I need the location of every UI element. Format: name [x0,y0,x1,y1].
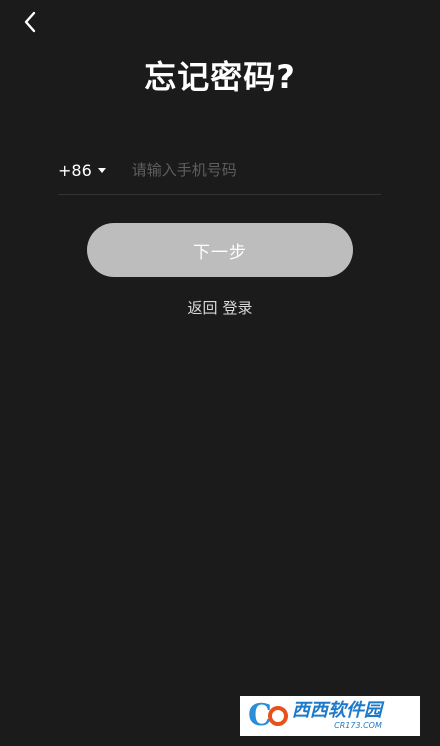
site-watermark: C 西西软件园 CR173.COM [240,696,420,736]
phone-input-row: +86 [58,145,381,195]
next-step-button[interactable]: 下一步 [87,223,353,277]
back-button[interactable] [14,8,46,36]
back-link[interactable]: 返回 [187,299,217,317]
login-link[interactable]: 登录 [223,299,253,317]
page-title: 忘记密码? [144,58,296,96]
watermark-brand: 西西软件园 [291,700,382,721]
country-code-label: +86 [58,160,92,180]
caret-down-icon [97,167,106,173]
back-to-login: 返回 登录 [0,297,440,318]
watermark-ring-icon [267,706,288,726]
chevron-left-icon [24,11,36,33]
watermark-url: CR173.COM [334,721,382,730]
country-code-selector[interactable]: +86 [58,146,114,194]
phone-number-input[interactable] [129,145,381,195]
